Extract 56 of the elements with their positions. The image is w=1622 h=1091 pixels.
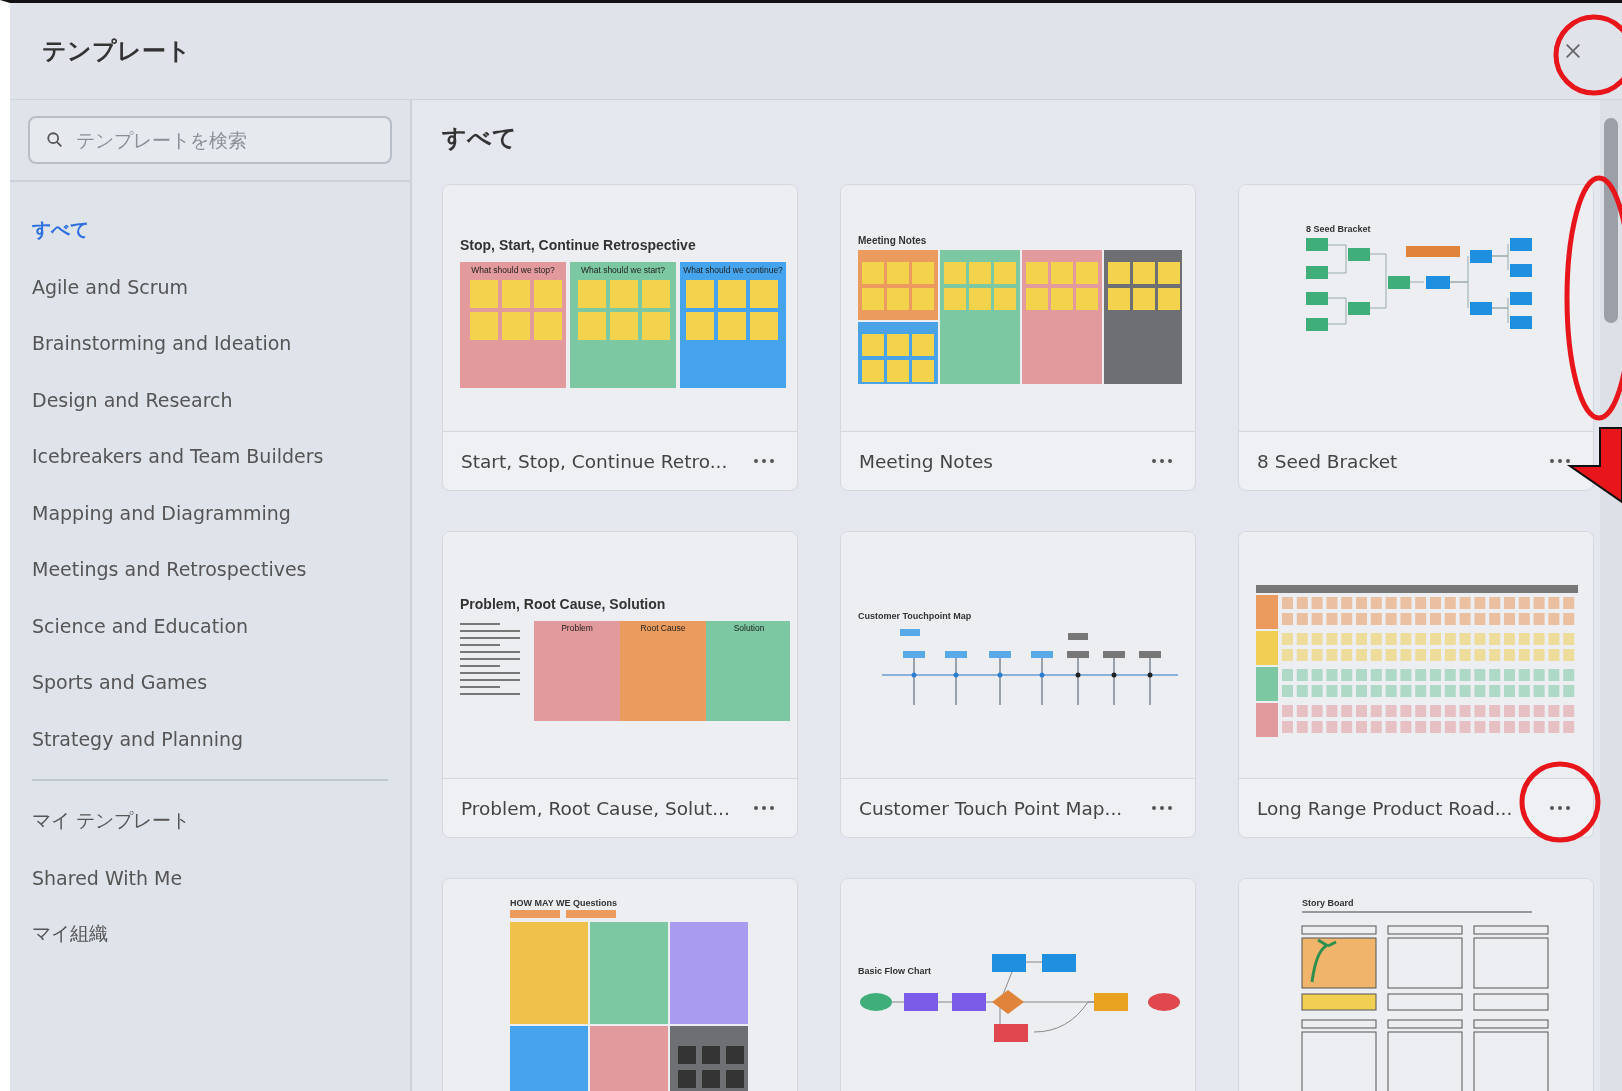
category-item[interactable]: Science and Education (32, 597, 388, 654)
search-field[interactable]: テンプレートを検索 (28, 116, 392, 164)
category-item[interactable]: Agile and Scrum (32, 258, 388, 315)
section-heading: すべて (442, 123, 518, 154)
preview-title: Customer Touchpoint Map (858, 611, 972, 621)
more-options-icon[interactable] (753, 458, 775, 464)
more-options-icon[interactable] (1151, 805, 1173, 811)
template-card[interactable]: Story Board (1238, 878, 1594, 1091)
sidebar-item[interactable]: マイ テンプレート (32, 793, 388, 850)
search-icon (46, 131, 64, 149)
sidebar-item[interactable]: Shared With Me (32, 849, 388, 906)
preview-title: Story Board (1302, 898, 1354, 908)
column-label: Root Cause (640, 623, 686, 633)
template-card[interactable]: Problem, Root Cause, Solution Problem Root Cause Solution Problem, Root Cause, Solut... (442, 531, 798, 838)
template-card[interactable]: 8 Seed Bracket 8 Seed Bracket (1238, 184, 1594, 491)
category-item[interactable]: Brainstorming and Ideation (32, 315, 388, 372)
category-item[interactable]: Icebreakers and Team Builders (32, 428, 388, 485)
category-item[interactable]: Mapping and Diagramming (32, 484, 388, 541)
preview-title: Problem, Root Cause, Solution (460, 596, 666, 612)
more-options-icon[interactable] (1549, 458, 1571, 464)
close-icon[interactable] (1564, 42, 1582, 60)
template-name: Customer Touch Point Map... (859, 797, 1123, 819)
more-options-icon[interactable] (753, 805, 775, 811)
scrollbar[interactable] (1600, 100, 1622, 1091)
template-name: Start, Stop, Continue Retro... (461, 450, 728, 472)
template-name: Problem, Root Cause, Solut... (461, 797, 730, 819)
template-card[interactable]: Meeting Notes Meeting Notes (840, 184, 1196, 491)
category-item[interactable]: Meetings and Retrospectives (32, 541, 388, 598)
dialog-title: テンプレート (42, 36, 191, 67)
template-name: Long Range Product Road... (1257, 797, 1513, 819)
template-card[interactable]: Basic Flow Chart (840, 878, 1196, 1091)
scrollbar-thumb[interactable] (1604, 118, 1618, 323)
template-name: 8 Seed Bracket (1257, 450, 1398, 472)
more-options-icon[interactable] (1549, 805, 1571, 811)
template-card[interactable]: HOW MAY WE Questions (442, 878, 798, 1091)
more-options-icon[interactable] (1151, 458, 1173, 464)
template-card[interactable]: Long Range Product Road... (1238, 531, 1594, 838)
template-card[interactable]: Stop, Start, Continue Retrospective What should we stop? What should we start? What should we continue? Start, Stop, Continue Retro... (442, 184, 798, 491)
category-item[interactable]: Sports and Games (32, 654, 388, 711)
column-label: What should we stop? (471, 265, 555, 275)
preview-title: Basic Flow Chart (858, 966, 931, 976)
sidebar-item[interactable]: マイ組織 (32, 906, 388, 963)
preview-title: Meeting Notes (858, 235, 927, 246)
preview-title: Stop, Start, Continue Retrospective (460, 237, 696, 253)
category-item[interactable]: すべて (32, 202, 388, 259)
column-label: Problem (561, 623, 593, 633)
column-label: Solution (733, 623, 765, 633)
category-item[interactable]: Design and Research (32, 371, 388, 428)
template-card[interactable]: Customer Touchpoint Map Customer Touch Point Map... (840, 531, 1196, 838)
column-label: What should we start? (580, 265, 666, 275)
column-label: What should we continue? (683, 265, 783, 275)
preview-title: HOW MAY WE Questions (510, 898, 617, 908)
category-item[interactable]: Strategy and Planning (32, 710, 388, 767)
preview-title: 8 Seed Bracket (1306, 224, 1371, 234)
template-name: Meeting Notes (859, 450, 993, 472)
instructions-drawing (460, 623, 520, 695)
